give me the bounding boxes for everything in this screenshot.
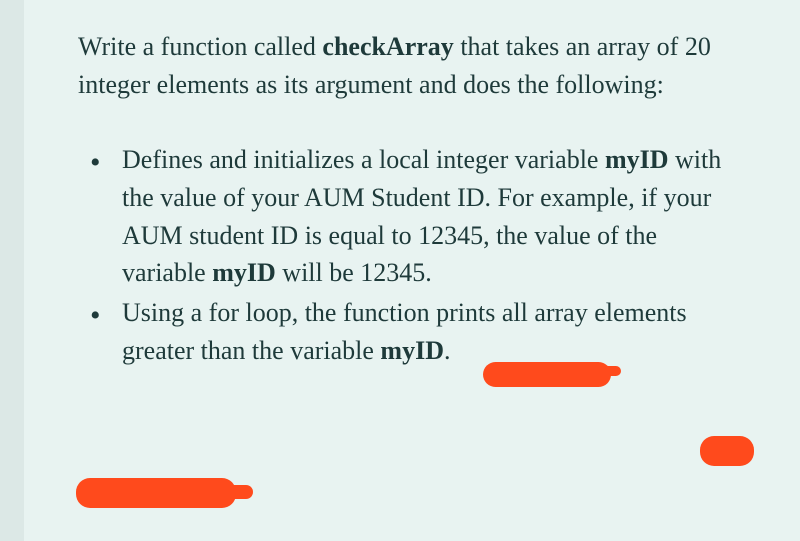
bullet2-text-2: . [444,336,451,365]
document-content: Write a function called checkArray that … [0,0,800,400]
intro-paragraph: Write a function called checkArray that … [78,28,745,103]
bullet1-text-3: will be 12345. [276,258,432,287]
list-item: Defines and initializes a local integer … [78,141,745,292]
bullet1-bold-myID-2: myID [212,258,276,287]
bullet-list: Defines and initializes a local integer … [78,141,745,369]
intro-text-1: Write a function called [78,32,322,61]
bullet1-text-1: Defines and initializes a local integer … [122,145,605,174]
redaction-mark [603,366,621,376]
bullet2-bold-myID: myID [380,336,444,365]
redaction-mark [225,485,253,499]
redaction-mark [76,478,236,508]
left-margin-shadow [0,0,24,541]
redaction-mark [700,436,754,466]
redaction-mark [483,362,611,387]
list-item: Using a for loop, the function prints al… [78,294,745,369]
intro-bold-checkArray: checkArray [322,32,453,61]
bullet1-bold-myID-1: myID [605,145,669,174]
